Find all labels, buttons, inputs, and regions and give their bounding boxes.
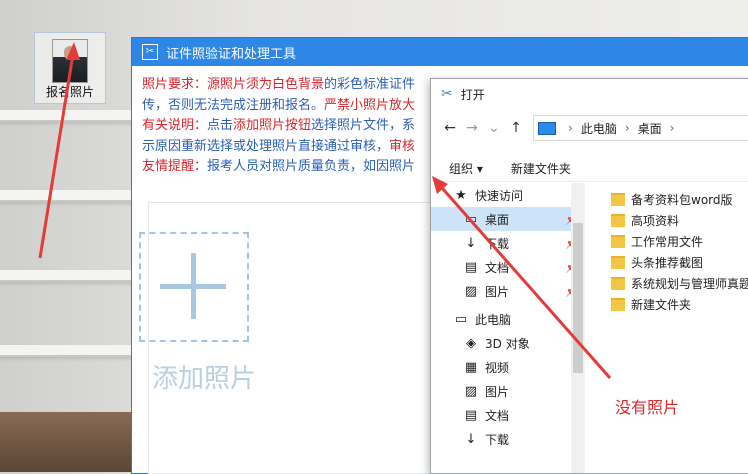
nav-item[interactable]: ▭桌面📌 bbox=[431, 207, 583, 231]
desktop-icon: ▭ bbox=[464, 211, 478, 227]
instruction-text: 白色背景 bbox=[272, 77, 325, 92]
dialog-title-bar: ✂ 打开 bbox=[431, 79, 748, 109]
folder-icon bbox=[611, 298, 625, 311]
nav-item-label: 快速访问 bbox=[475, 188, 524, 203]
up-arrow-icon[interactable]: ↑ bbox=[505, 120, 527, 136]
nav-scrollbar[interactable] bbox=[571, 183, 585, 473]
tool-title: 证件照验证和处理工具 bbox=[166, 46, 297, 62]
nav-item[interactable]: ◈ 3D 对象 bbox=[431, 331, 583, 355]
add-photo-label[interactable]: 添加照片 bbox=[152, 358, 256, 395]
instruction-line: 照片要求：源照片须为白色背景的彩色标准证件 bbox=[142, 75, 415, 96]
breadcrumb-root[interactable]: 此电脑 bbox=[581, 120, 617, 137]
instruction-text: 友情提醒： bbox=[142, 159, 208, 174]
folder-name: 新建文件夹 bbox=[631, 298, 692, 312]
annotation-no-photo: 没有照片 bbox=[615, 398, 680, 417]
instruction-line: 有关说明：点击添加照片按钮选择照片文件，系 bbox=[142, 116, 415, 137]
instruction-text: 有关说明： bbox=[142, 118, 208, 133]
folder-item[interactable]: 备考资料包word版 bbox=[611, 189, 748, 210]
instruction-line: 友情提醒：报考人员对照片质量负责，如因照片 bbox=[142, 157, 415, 178]
instruction-text: 点击 bbox=[207, 118, 234, 133]
forward-arrow-icon[interactable]: → bbox=[461, 120, 483, 136]
photo-instructions: 照片要求：源照片须为白色背景的彩色标准证件 传，否则无法完成注册和报名。严禁小照片… bbox=[142, 75, 415, 178]
picture-icon: ▨ bbox=[464, 383, 478, 399]
nav-item-label: 图片 bbox=[485, 284, 510, 299]
dialog-title: 打开 bbox=[460, 87, 485, 102]
folder-name: 工作常用文件 bbox=[631, 235, 704, 249]
folder-name: 高项资料 bbox=[631, 214, 680, 228]
nav-item[interactable]: ▤ 文档 bbox=[431, 403, 583, 427]
instruction-text: 选择照片文件，系 bbox=[311, 118, 416, 133]
nav-item[interactable]: ▨图片📌 bbox=[431, 279, 583, 303]
nav-item[interactable]: ▦ 视频 bbox=[431, 355, 583, 379]
cube-icon: ◈ bbox=[466, 335, 476, 351]
new-folder-button[interactable]: 新建文件夹 bbox=[511, 160, 571, 177]
nav-item[interactable]: ▤文档📌 bbox=[431, 255, 583, 279]
instruction-text: 报考人员对照片质量负责，如因照片 bbox=[207, 159, 416, 174]
desktop-photo-file[interactable]: 报名照片 bbox=[34, 32, 106, 104]
computer-icon bbox=[538, 121, 556, 135]
add-photo-button[interactable] bbox=[139, 232, 249, 342]
instruction-text: 审核 bbox=[389, 138, 416, 154]
nav-item[interactable]: ★ 快速访问 bbox=[431, 183, 583, 207]
instruction-text: 照片要求：源照片须为 bbox=[142, 77, 273, 92]
folder-item[interactable]: 系统规划与管理师真题 bbox=[611, 273, 748, 294]
desktop-icon-label: 报名照片 bbox=[45, 85, 94, 99]
folder-icon bbox=[611, 235, 625, 248]
back-arrow-icon[interactable]: ← bbox=[439, 120, 461, 136]
star-icon: ★ bbox=[455, 187, 467, 203]
folder-item[interactable]: 新建文件夹 bbox=[611, 294, 748, 315]
instruction-text: 示原因重新选择或处理照片直接通过审核， bbox=[142, 138, 390, 154]
folder-name: 头条推荐截图 bbox=[631, 256, 704, 270]
nav-item-label: 下载 bbox=[485, 236, 510, 251]
instruction-text: 的彩色标准证件 bbox=[324, 77, 416, 92]
picture-icon: ▨ bbox=[464, 283, 478, 299]
folder-icon bbox=[611, 193, 625, 206]
nav-item[interactable]: ↓ 下载 bbox=[431, 427, 583, 451]
nav-item-label: 下载 bbox=[485, 432, 510, 447]
folder-name: 备考资料包word版 bbox=[631, 193, 733, 207]
address-path[interactable]: › 此电脑 › 桌面 › bbox=[533, 115, 748, 141]
folder-item[interactable]: 头条推荐截图 bbox=[611, 252, 748, 273]
document-icon: ▤ bbox=[464, 259, 478, 275]
folder-icon bbox=[611, 277, 625, 290]
dialog-toolbar: 组织 ▾ 新建文件夹 bbox=[431, 155, 748, 182]
nav-item-label: 文档 bbox=[485, 260, 510, 275]
folder-icon bbox=[611, 256, 625, 269]
address-bar: ← → ⌄ ↑ › 此电脑 › 桌面 › bbox=[439, 115, 748, 141]
nav-item-label: 3D 对象 bbox=[485, 336, 530, 351]
folder-item[interactable]: 高项资料 bbox=[611, 210, 748, 231]
nav-item-label: 文档 bbox=[485, 408, 510, 423]
computer-icon: ▭ bbox=[454, 311, 468, 327]
document-icon: ▤ bbox=[464, 407, 478, 423]
folder-name: 系统规划与管理师真题 bbox=[631, 277, 748, 291]
nav-item[interactable]: ▨ 图片 bbox=[431, 379, 583, 403]
nav-item-label: 视频 bbox=[485, 360, 510, 375]
photo-thumbnail-icon bbox=[52, 39, 88, 83]
file-list: 备考资料包word版 高项资料工作常用文件 头条推荐截图系统规划与管理师真题 新建文件… bbox=[611, 189, 748, 315]
nav-item-label: 此电脑 bbox=[475, 312, 512, 327]
open-file-dialog: ✂ 打开 ← → ⌄ ↑ › 此电脑 › 桌面 › 组织 ▾ 新建文件夹 ★ 快速… bbox=[430, 78, 748, 474]
app-icon: ✂ bbox=[441, 86, 453, 102]
nav-item[interactable]: ▭ 此电脑 bbox=[431, 307, 583, 331]
organize-button[interactable]: 组织 ▾ bbox=[449, 160, 483, 177]
instruction-text[interactable]: 添加照片按钮 bbox=[233, 118, 311, 133]
nav-item-label: 桌面 bbox=[485, 212, 510, 227]
video-icon: ▦ bbox=[464, 359, 478, 375]
instruction-line: 传，否则无法完成注册和报名。严禁小照片放大 bbox=[142, 96, 415, 117]
navigation-pane: ★快速访问▭桌面📌↓下载📌▤文档📌▨图片📌▭此电脑◈3D 对象▦视频▨图片▤文档… bbox=[431, 183, 583, 473]
tool-title-bar: ✂ 证件照验证和处理工具 bbox=[132, 38, 748, 66]
download-icon: ↓ bbox=[465, 235, 477, 251]
nav-item-label: 图片 bbox=[485, 384, 510, 399]
instruction-text: 传，否则无法完成注册和报名。 bbox=[142, 97, 325, 113]
breadcrumb-current[interactable]: 桌面 bbox=[638, 120, 662, 137]
instruction-line: 示原因重新选择或处理照片直接通过审核，审核 bbox=[142, 137, 415, 158]
nav-item[interactable]: ↓下载📌 bbox=[431, 231, 583, 255]
tool-app-icon: ✂ bbox=[142, 44, 158, 60]
folder-icon bbox=[611, 214, 625, 227]
folder-item[interactable]: 工作常用文件 bbox=[611, 231, 748, 252]
recent-chevron-icon[interactable]: ⌄ bbox=[483, 120, 505, 136]
instruction-text: 严禁小照片放大 bbox=[324, 97, 416, 113]
download-icon: ↓ bbox=[465, 431, 477, 447]
